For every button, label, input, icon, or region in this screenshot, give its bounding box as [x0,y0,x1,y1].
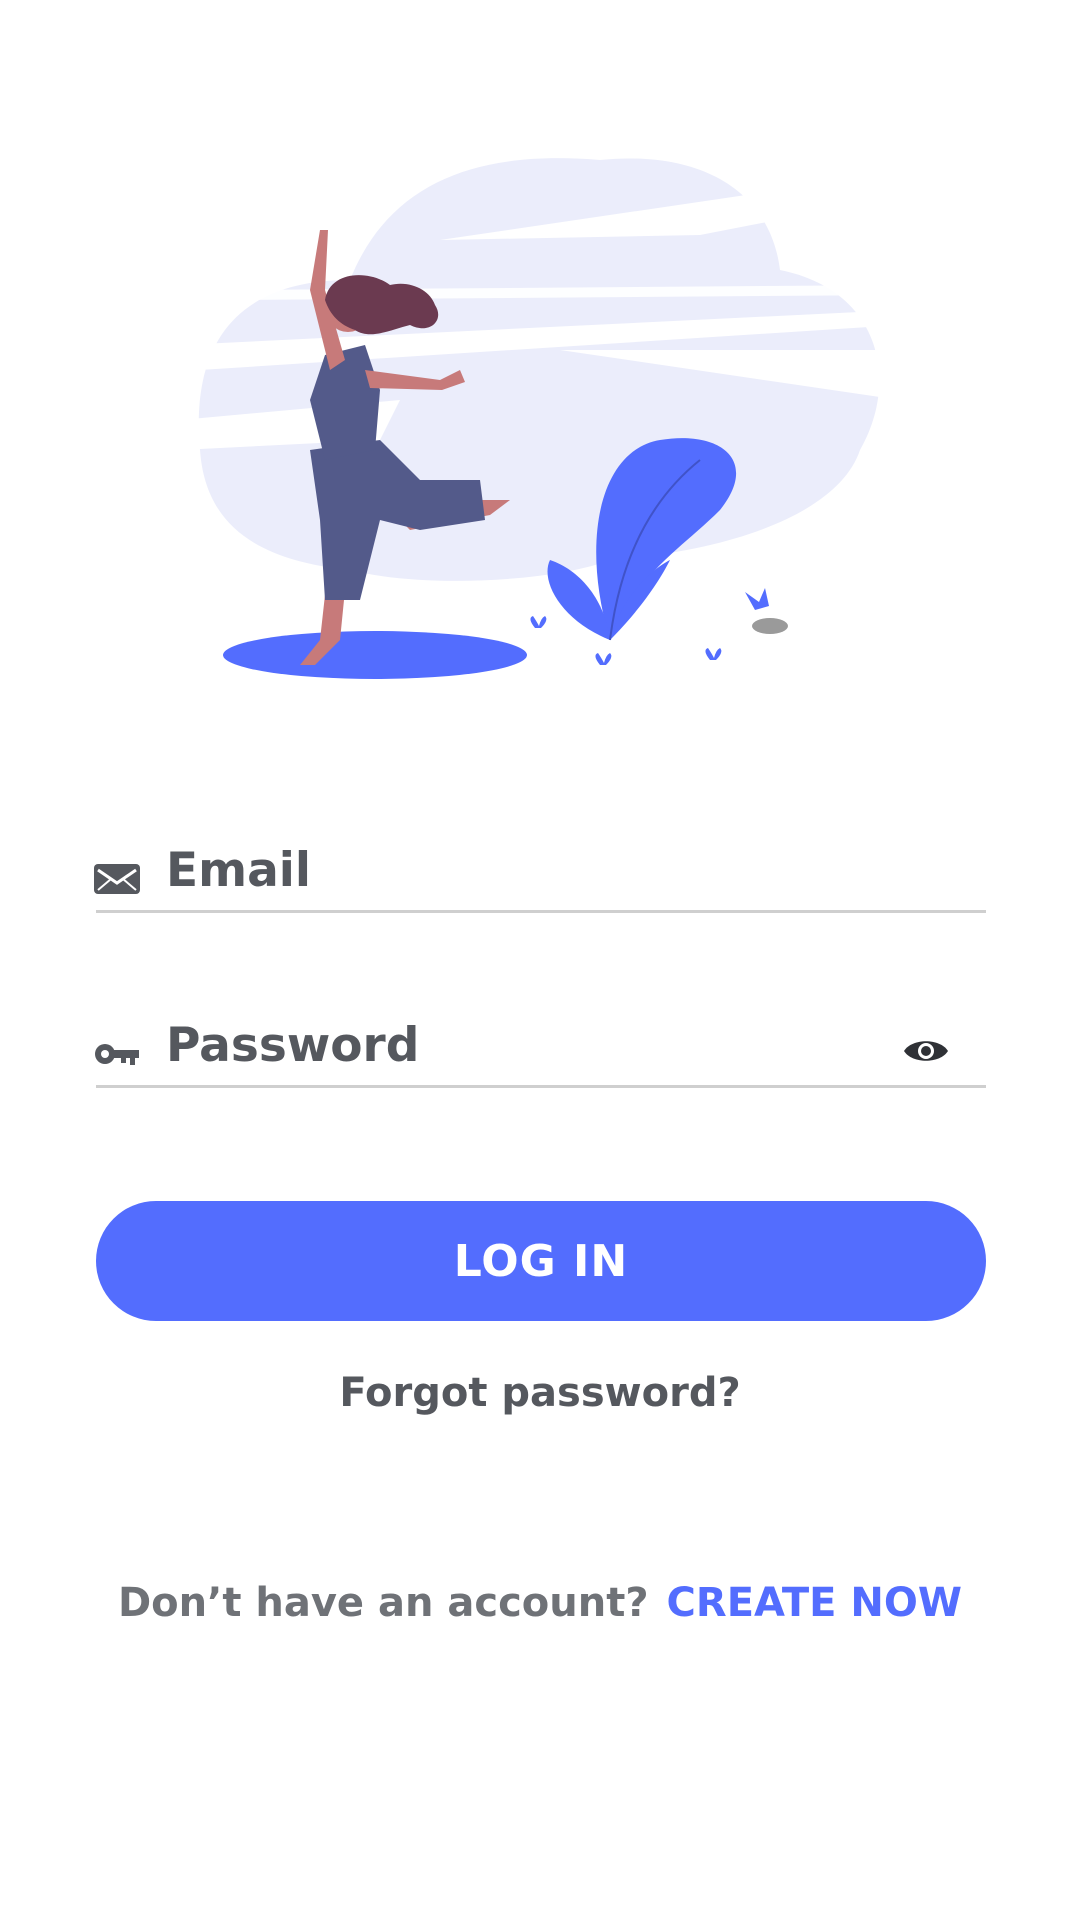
woman-dancing-illustration [180,158,900,679]
password-input[interactable] [166,1015,886,1075]
email-field[interactable] [94,840,986,913]
eye-icon[interactable] [902,1035,950,1067]
forgot-password-link[interactable]: Forgot password? [0,1370,1080,1416]
signup-row: Don’t have an account? CREATE NOW [0,1580,1080,1626]
mail-icon [92,860,142,898]
email-input[interactable] [166,840,886,900]
login-screen: LOG IN Forgot password? Don’t have an ac… [0,0,1080,1920]
signup-question: Don’t have an account? [117,1580,649,1626]
key-icon [92,1035,142,1073]
login-button[interactable]: LOG IN [96,1201,986,1321]
create-account-link[interactable]: CREATE NOW [667,1580,962,1626]
password-field[interactable] [95,1015,986,1088]
hero-illustration [180,120,900,700]
